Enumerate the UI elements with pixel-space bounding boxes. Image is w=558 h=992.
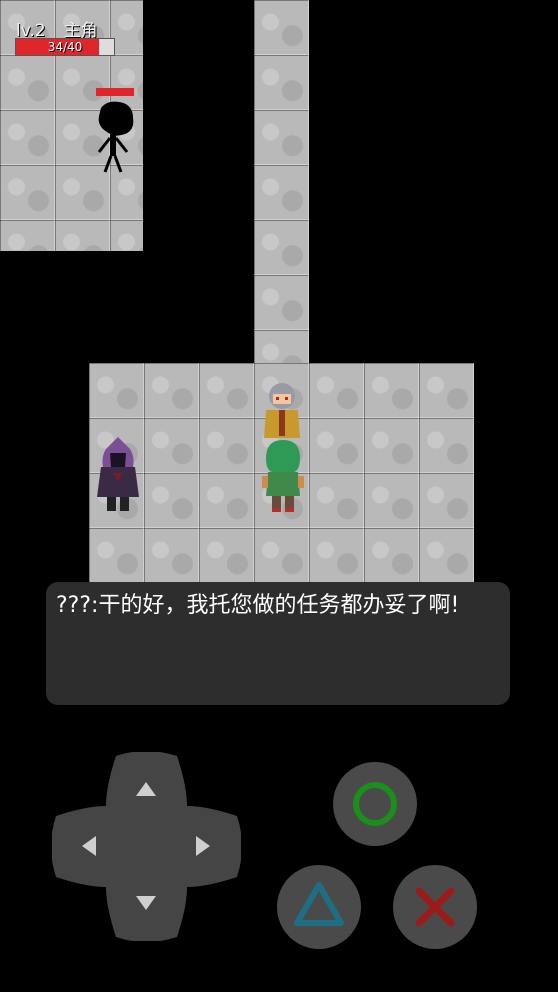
hooded-npc-sprite[interactable] [93, 435, 143, 515]
player-hp-bar: 34/40 [15, 38, 115, 56]
dialog-text: ???:干的好，我托您做的任务都办妥了啊! [56, 593, 460, 618]
confirm-button[interactable] [333, 762, 417, 846]
player-hp-text: 34/40 [47, 40, 83, 54]
circle-icon [353, 782, 397, 826]
dpad-icon[interactable] [52, 752, 241, 941]
cross-icon [415, 887, 455, 927]
shadow-enemy-sprite[interactable] [93, 100, 137, 175]
triangle-icon [294, 882, 344, 926]
enemy-hp-bar [96, 88, 134, 96]
cancel-button[interactable] [393, 865, 477, 949]
player-sprite[interactable] [260, 438, 306, 514]
dialog-box[interactable]: ???:干的好，我托您做的任务都办妥了啊! [46, 582, 510, 705]
menu-button[interactable] [277, 865, 361, 949]
floor-corridor [254, 0, 309, 365]
